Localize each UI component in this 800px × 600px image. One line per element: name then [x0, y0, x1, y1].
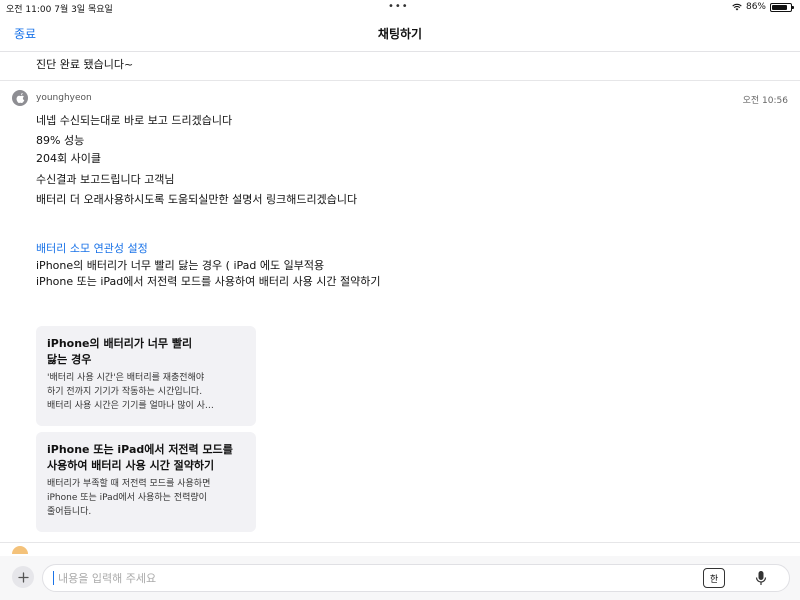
message-input-container[interactable]: 한: [42, 564, 790, 592]
card-desc-line: 하기 전까지 기기가 작동하는 시간입니다.: [47, 387, 203, 397]
previous-message-text: 진단 완료 됐습니다~: [36, 58, 134, 71]
microphone-icon: [755, 571, 767, 585]
add-attachment-button[interactable]: [12, 566, 34, 588]
card-desc-line: '배터리 사용 시간'은 배터리를 재충전해야: [47, 373, 205, 383]
battery-icon: [770, 2, 794, 12]
card-title: iPhone의 배터리가 너무 빨리 닳는 경우: [47, 336, 245, 368]
status-time-date: 오전 11:00 7월 3일 목요일: [6, 5, 113, 15]
page-title: 채팅하기: [377, 27, 423, 41]
nav-bar: 종료 채팅하기: [0, 16, 800, 52]
link-description-line: iPhone 또는 iPad에서 저전력 모드를 사용하여 배터리 사용 시간 …: [36, 275, 381, 288]
card-title-line: iPhone 또는 iPad에서 저전력 모드를: [47, 443, 233, 456]
multitasking-dots[interactable]: •••: [388, 1, 409, 12]
card-desc-line: iPhone 또는 iPad에서 사용하는 전력량이: [47, 493, 207, 503]
message-divider: [0, 80, 800, 81]
wifi-icon: [732, 3, 742, 11]
next-message-avatar: [12, 546, 28, 554]
message-divider: [0, 542, 800, 543]
message-input[interactable]: [56, 570, 696, 586]
status-bar: 오전 11:00 7월 3일 목요일 ••• 86%: [0, 0, 800, 16]
card-title-line: 사용하여 배터리 사용 시간 절약하기: [47, 459, 215, 472]
card-desc-line: 배터리 사용 시간은 기기를 얼마나 많이 사…: [47, 401, 214, 411]
message-line: 배터리 더 오래사용하시도록 도움되실만한 설명서 링크해드리겠습니다: [36, 193, 358, 206]
message-line: 204회 사이클: [36, 152, 101, 165]
battery-percent: 86%: [745, 2, 766, 12]
card-description: '배터리 사용 시간'은 배터리를 재충전해야 하기 전까지 기기가 작동하는 …: [47, 371, 245, 413]
microphone-button[interactable]: [751, 568, 771, 588]
message-line: 수신결과 보고드립니다 고객님: [36, 173, 175, 186]
apple-avatar-icon: [16, 93, 24, 103]
message-line: 89% 성능: [36, 134, 85, 147]
card-description: 배터리가 부족할 때 저전력 모드를 사용하면 iPhone 또는 iPad에서…: [47, 477, 245, 519]
status-right-group: 86%: [732, 2, 794, 12]
avatar[interactable]: [12, 90, 28, 106]
keyboard-icon: 한: [709, 574, 719, 585]
message-time: 오전 10:56: [742, 96, 788, 106]
link-description-line: iPhone의 배터리가 너무 빨리 닳는 경우 ( iPad 에도 일부적용: [36, 259, 325, 272]
card-desc-line: 배터리가 부족할 때 저전력 모드를 사용하면: [47, 479, 211, 489]
link-preview-card-low-power-mode[interactable]: iPhone 또는 iPad에서 저전력 모드를 사용하여 배터리 사용 시간 …: [36, 432, 256, 532]
card-desc-line: 줄어듭니다.: [47, 507, 92, 517]
card-title-line: 닳는 경우: [47, 353, 92, 366]
battery-fill: [772, 4, 788, 10]
battery-settings-link[interactable]: 배터리 소모 연관성 설정: [36, 240, 148, 256]
plus-icon: [17, 571, 29, 583]
card-title-line: iPhone의 배터리가 너무 빨리: [47, 337, 193, 350]
card-title: iPhone 또는 iPad에서 저전력 모드를 사용하여 배터리 사용 시간 …: [47, 442, 245, 474]
input-bar: 한: [0, 556, 800, 600]
link-preview-card-battery-drain[interactable]: iPhone의 배터리가 너무 빨리 닳는 경우 '배터리 사용 시간'은 배터…: [36, 326, 256, 426]
keyboard-language-button[interactable]: 한: [703, 568, 725, 588]
message-header: younghyeon 오전 10:56: [12, 90, 788, 108]
message-line: 네넵 수신되는대로 바로 보고 드리겠습니다: [36, 114, 233, 127]
sender-name: younghyeon: [36, 93, 92, 103]
text-caret: [53, 571, 54, 585]
